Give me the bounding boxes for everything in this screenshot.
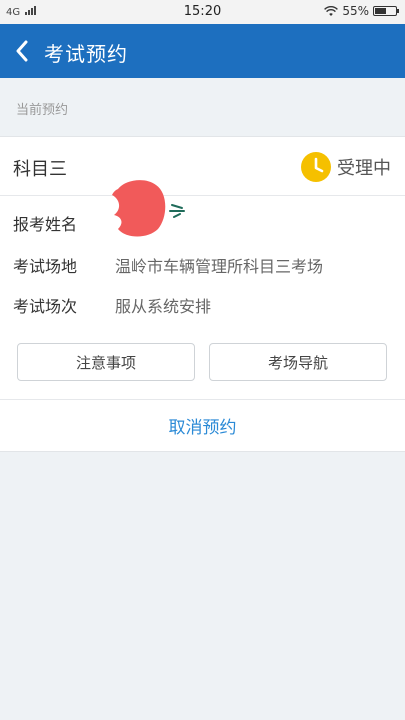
info-row-session: 考试场次 服从系统安排	[13, 293, 211, 317]
wifi-icon	[324, 5, 339, 16]
status-text: 受理中	[337, 158, 391, 179]
info-row-name: 报考姓名	[13, 211, 115, 235]
battery-percent: 55%	[342, 4, 369, 18]
page-title: 考试预约	[44, 42, 128, 66]
notes-button-label: 注意事项	[75, 353, 136, 372]
info-key: 考试场地	[13, 257, 78, 276]
appointment-card: 科目三 受理中 报考姓名 考试场地 温岭市车辆管理所科目三考场 考试场次 服从系统安…	[0, 136, 405, 452]
exam-subject: 科目三	[13, 159, 67, 180]
status-badge: 受理中	[301, 152, 391, 182]
info-row-venue: 考试场地 温岭市车辆管理所科目三考场	[13, 253, 323, 277]
card-header: 科目三 受理中	[0, 137, 405, 196]
section-label: 当前预约	[16, 103, 69, 118]
notes-button[interactable]: 注意事项	[17, 343, 195, 381]
app-header: 考试预约	[0, 24, 405, 78]
battery-icon	[373, 6, 399, 16]
status-right: 55%	[324, 4, 399, 18]
redaction-mark	[112, 180, 185, 237]
info-key: 考试场次	[13, 297, 78, 316]
clock-icon	[301, 152, 331, 182]
navigation-button[interactable]: 考场导航	[209, 343, 387, 381]
back-button[interactable]	[10, 35, 34, 67]
info-value: 服从系统安排	[115, 297, 212, 316]
section-header: 当前预约	[0, 78, 405, 136]
cancel-appointment-button[interactable]: 取消预约	[0, 400, 405, 450]
info-key: 报考姓名	[13, 215, 78, 234]
navigation-button-label: 考场导航	[267, 353, 328, 372]
back-chevron-icon	[16, 40, 28, 62]
cancel-label: 取消预约	[168, 417, 237, 438]
info-value: 温岭市车辆管理所科目三考场	[115, 257, 324, 276]
status-bar: 4G 15:20 55%	[0, 0, 405, 24]
